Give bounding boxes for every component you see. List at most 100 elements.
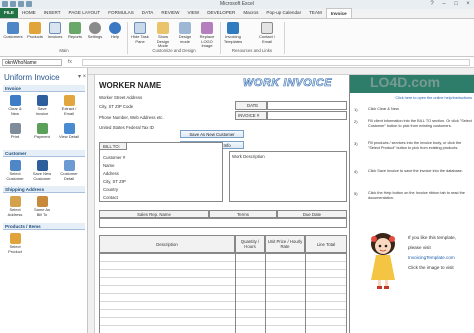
select-product-button[interactable]: Select Product [4, 232, 26, 258]
customer-detail-button[interactable]: Customer Detail [58, 159, 80, 185]
formula-input[interactable] [82, 59, 470, 66]
step-number: 3) [354, 141, 358, 146]
design-mode-icon [179, 22, 191, 34]
tab-data[interactable]: DATA [138, 8, 158, 18]
name-box[interactable]: oknWhoName [2, 59, 62, 66]
select-customer-button[interactable]: Select Customer [4, 159, 26, 185]
promo-line: If you like this template, [408, 235, 457, 240]
replace-logo-button[interactable]: Replace LOGO Image [196, 21, 218, 48]
ribbon: Customers Products Invoices Reports Sett… [0, 19, 474, 57]
fx-icon[interactable]: fx [68, 59, 72, 65]
close-button[interactable]: × [462, 0, 474, 9]
payment-button[interactable]: Payment [31, 122, 53, 148]
invoices-button[interactable]: Invoices [44, 21, 66, 47]
section-products: Products / Items [3, 223, 85, 230]
date-field[interactable] [267, 101, 347, 110]
bill-field-label: Contact [103, 195, 118, 200]
help-button[interactable]: ? [426, 0, 438, 9]
tab-review[interactable]: REVIEW [157, 8, 183, 18]
customer-icon [9, 160, 21, 171]
tab-formulas[interactable]: FORMULAS [104, 8, 138, 18]
templates-icon [227, 22, 239, 34]
task-pane-icon [134, 22, 146, 34]
group-resources-label: Resources and Links [231, 48, 273, 53]
select-address-button[interactable]: Select Address [4, 195, 26, 221]
address-line[interactable]: City, ST ZIP Code [99, 104, 133, 109]
online-help-link[interactable]: Click here to open the online help/instr… [354, 96, 472, 101]
bill-to-label: BILL TO: [103, 144, 120, 149]
save-as-new-customer-button[interactable]: Save As New Customer [180, 130, 244, 138]
view-detail-button[interactable]: View Detail [58, 122, 80, 148]
design-mode-button[interactable]: Design mode [174, 21, 196, 47]
date-label: DATE [247, 103, 259, 108]
customers-button[interactable]: Customers [2, 21, 24, 47]
ribbon-tabs: FILE HOME INSERT PAGE LAYOUT FORMULAS DA… [0, 8, 474, 19]
tab-file[interactable]: FILE [0, 8, 18, 18]
tab-page-layout[interactable]: PAGE LAYOUT [65, 8, 105, 18]
due-date-header: Due Date [277, 210, 347, 218]
tab-pop-up-calendar[interactable]: Pop-up Calendar [262, 8, 305, 18]
hide-task-pane-button[interactable]: Hide Task Pane [129, 21, 151, 47]
girl-image[interactable] [366, 230, 400, 290]
show-design-mode-button[interactable]: Show Design Mode [152, 21, 174, 48]
work-description-label: Work Description [232, 154, 265, 159]
print-button[interactable]: Print [4, 122, 26, 148]
promo-link[interactable]: InvoicingTemplate.com [408, 255, 474, 261]
invoicing-templates-button[interactable]: Invoicing Templates [222, 21, 244, 47]
address-line[interactable]: United States Federal Tax ID [99, 125, 154, 130]
products-button[interactable]: Products [24, 21, 46, 47]
payment-icon [36, 123, 48, 134]
same-as-bill-to-button[interactable]: Same As Bill To [31, 195, 53, 221]
invoice-number-label: INVOICE # [238, 113, 260, 118]
row-headers[interactable] [88, 75, 95, 333]
bill-field-label: Customer # [103, 155, 126, 160]
save-customer-icon [36, 160, 48, 171]
customers-icon [7, 22, 19, 34]
copy-address-icon [36, 196, 48, 207]
save-invoice-button[interactable]: Save Invoice [31, 94, 53, 120]
tab-invoice[interactable]: Invoice [325, 8, 352, 18]
sales-rep-header: Sales Rep. Name [99, 210, 209, 218]
clear-new-button[interactable]: Clear & New [4, 94, 26, 120]
reports-button[interactable]: Reports [64, 21, 86, 47]
gear-icon [89, 22, 101, 34]
address-line[interactable]: Phone Number, Web Address etc. [99, 115, 164, 120]
tab-macros[interactable]: Macros [239, 8, 262, 18]
printer-icon [9, 123, 21, 134]
section-shipping: Shipping Address [3, 186, 85, 193]
sales-rep-row[interactable] [99, 218, 347, 228]
step-text: Fill client information into the BILL TO… [368, 119, 472, 128]
address-line[interactable]: Worker Street Address [99, 95, 142, 100]
tab-home[interactable]: HOME [18, 8, 40, 18]
invoice-number-field[interactable] [267, 111, 347, 120]
tab-developer[interactable]: DEVELOPER [203, 8, 239, 18]
step-text: Click Clear & New. [368, 107, 400, 111]
extract-email-button[interactable]: Extract / Email [58, 94, 80, 120]
step-number: 5) [354, 191, 358, 196]
line-items-table[interactable] [99, 253, 347, 333]
table-divider [265, 253, 266, 333]
contact-email-button[interactable]: Contact / Email [256, 21, 278, 47]
image-icon [201, 22, 213, 34]
watermark: LO4D.com [370, 74, 441, 90]
help-ribbon-button[interactable]: Help [104, 21, 126, 47]
help-icon [109, 22, 121, 34]
tab-insert[interactable]: INSERT [40, 8, 65, 18]
save-new-customer-button[interactable]: Save New Customer [31, 159, 53, 185]
maximize-button[interactable]: □ [450, 0, 462, 9]
clear-icon [9, 95, 21, 106]
bill-field-label: Address [103, 171, 119, 176]
step-text: Click the Help button on the Invoice rib… [368, 191, 465, 200]
invoice-sheet[interactable]: WORKER NAME WORK INVOICE Worker Street A… [95, 75, 349, 333]
tab-team[interactable]: TEAM [305, 8, 326, 18]
step-text: Click Save Invoice to save the invoice i… [368, 169, 463, 173]
group-main-label: Main [59, 48, 69, 53]
table-divider [235, 253, 236, 333]
worker-name[interactable]: WORKER NAME [99, 81, 161, 90]
task-pane-close-icon[interactable]: ▾ × [78, 73, 86, 80]
settings-button[interactable]: Settings [84, 21, 106, 47]
tab-view[interactable]: VIEW [183, 8, 203, 18]
reports-icon [69, 22, 81, 34]
minimize-button[interactable]: – [438, 0, 450, 9]
quantity-header: Quantity / Hours [235, 235, 265, 253]
